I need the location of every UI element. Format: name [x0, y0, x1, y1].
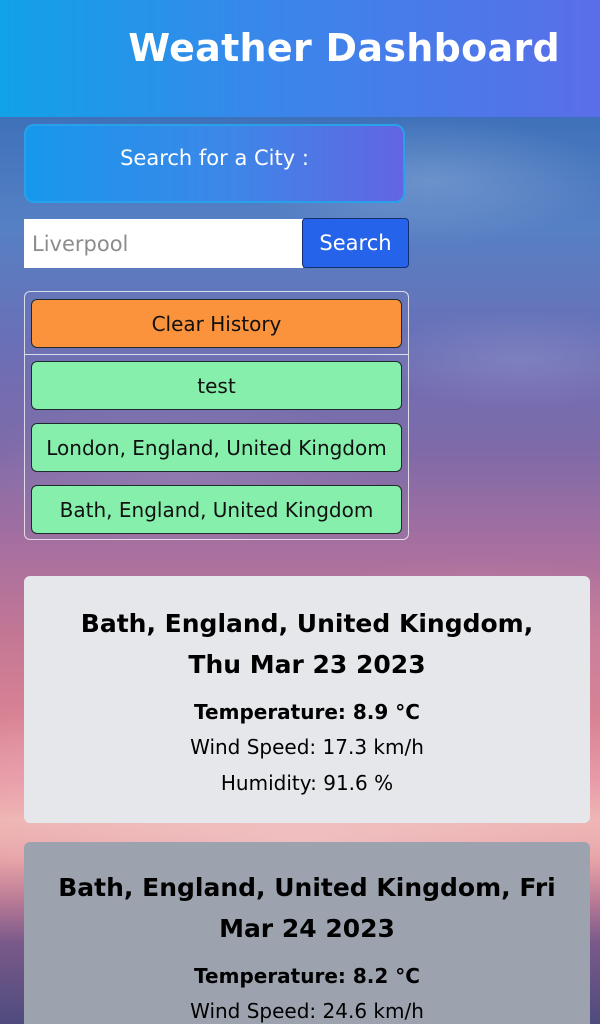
wind-speed-value: Wind Speed: 24.6 km/h [190, 999, 424, 1023]
city-search-input[interactable] [24, 219, 303, 268]
history-item-test[interactable]: test [31, 361, 402, 410]
history-divider [25, 354, 408, 355]
search-history-panel: Clear History test London, England, Unit… [24, 291, 409, 540]
forecast-card-today: Bath, England, United Kingdom, Thu Mar 2… [24, 576, 590, 823]
temperature-value: Temperature: 8.9 °C [194, 700, 420, 724]
temperature-value: Temperature: 8.2 °C [194, 964, 420, 988]
search-button[interactable]: Search [302, 218, 409, 268]
humidity-value: Humidity: 91.6 % [220, 771, 394, 795]
page-title: Weather Dashboard [128, 26, 560, 70]
forecast-heading: Bath, England, United Kingdom, Thu Mar 2… [80, 609, 534, 679]
search-label: Search for a City : [120, 146, 309, 170]
forecast-card-next-day: Bath, England, United Kingdom, Fri Mar 2… [24, 842, 590, 1024]
history-item-london[interactable]: London, England, United Kingdom [31, 423, 402, 472]
page-header: Weather Dashboard [0, 0, 600, 117]
forecast-heading: Bath, England, United Kingdom, Fri Mar 2… [58, 873, 556, 943]
history-item-bath[interactable]: Bath, England, United Kingdom [31, 485, 402, 534]
wind-speed-value: Wind Speed: 17.3 km/h [190, 735, 424, 759]
search-card: Search for a City : [24, 124, 405, 203]
clear-history-button[interactable]: Clear History [31, 299, 402, 348]
